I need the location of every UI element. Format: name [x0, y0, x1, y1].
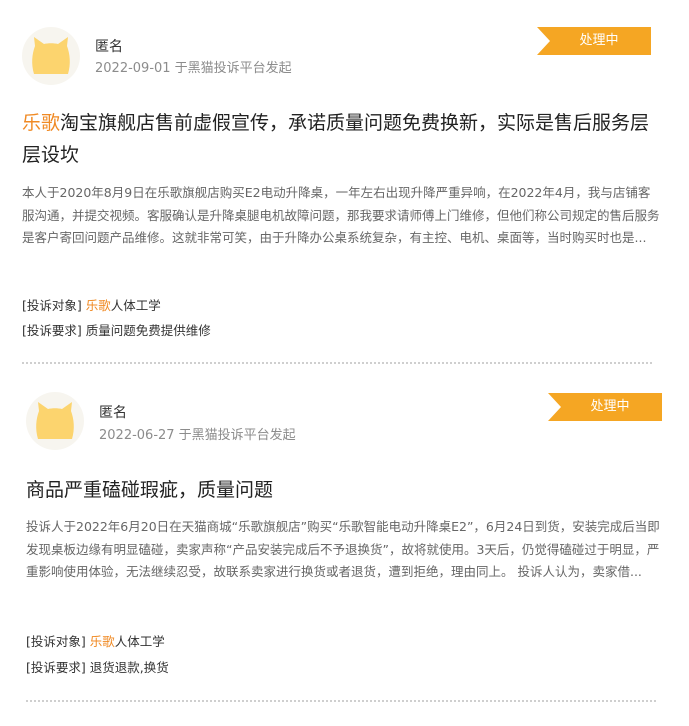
post-meta: 2022-06-27 于黑猫投诉平台发起	[99, 428, 296, 443]
title-text[interactable]: 淘宝旗舰店售前虚假宣传，承诺质量问题免费换新，实际是售后服务层层设坎	[22, 112, 649, 166]
complaint-target: [投诉对象] 乐歌人体工学	[22, 297, 161, 315]
complaint-request: [投诉要求] 质量问题免费提供维修	[22, 322, 211, 340]
status-badge: 处理中	[537, 27, 651, 55]
title-brand[interactable]: 乐歌	[22, 112, 60, 134]
complaint-title[interactable]: 乐歌淘宝旗舰店售前虚假宣传，承诺质量问题免费换新，实际是售后服务层层设坎	[22, 107, 662, 171]
target-label: [投诉对象]	[26, 634, 86, 649]
complaint-target: [投诉对象] 乐歌人体工学	[26, 633, 165, 651]
target-brand-link[interactable]: 乐歌	[86, 298, 111, 313]
request-label: [投诉要求]	[26, 660, 86, 675]
complaint-summary: 本人于2020年8月9日在乐歌旗舰店购买E2电动升降桌，一年左右出现升降严重异响…	[22, 185, 660, 245]
request-label: [投诉要求]	[22, 323, 82, 338]
status-badge: 处理中	[548, 393, 662, 421]
divider	[26, 700, 656, 702]
author-name: 匿名	[95, 39, 123, 55]
cat-face-icon	[32, 37, 70, 74]
title-text[interactable]: 商品严重磕碰瑕疵，质量问题	[26, 479, 273, 501]
divider	[22, 362, 652, 364]
avatar	[22, 27, 80, 85]
request-value: 质量问题免费提供维修	[85, 323, 211, 338]
post-meta: 2022-09-01 于黑猫投诉平台发起	[95, 61, 292, 76]
cat-face-icon	[36, 402, 74, 439]
request-value: 退货退款,换货	[89, 660, 169, 675]
complaint-request: [投诉要求] 退货退款,换货	[26, 659, 169, 677]
target-name: 人体工学	[110, 298, 161, 313]
author-name: 匿名	[99, 405, 127, 421]
target-brand-link[interactable]: 乐歌	[90, 634, 115, 649]
complaint-title[interactable]: 商品严重磕碰瑕疵，质量问题	[26, 474, 666, 506]
target-name: 人体工学	[114, 634, 165, 649]
complaint-summary: 投诉人于2022年6月20日在天猫商城“乐歌旗舰店”购买“乐歌智能电动升降桌E2…	[26, 519, 660, 579]
avatar	[26, 392, 84, 450]
target-label: [投诉对象]	[22, 298, 82, 313]
